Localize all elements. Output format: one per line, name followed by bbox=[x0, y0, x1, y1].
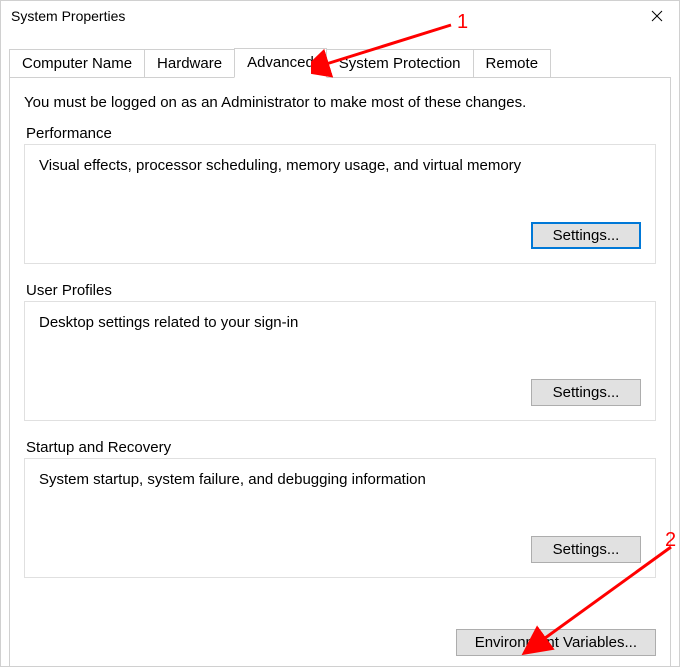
startup-recovery-settings-button[interactable]: Settings... bbox=[531, 536, 641, 563]
tab-label: Advanced bbox=[247, 54, 314, 71]
environment-variables-button[interactable]: Environment Variables... bbox=[456, 629, 656, 656]
env-row: Environment Variables... bbox=[456, 629, 656, 656]
user-profiles-settings-button[interactable]: Settings... bbox=[531, 379, 641, 406]
system-properties-window: System Properties Computer Name Hardware… bbox=[0, 0, 680, 667]
button-label: Settings... bbox=[553, 227, 620, 244]
performance-box: Visual effects, processor scheduling, me… bbox=[24, 144, 656, 264]
close-button[interactable] bbox=[634, 1, 679, 31]
user-profiles-group: User Profiles Desktop settings related t… bbox=[24, 282, 656, 421]
tab-label: System Protection bbox=[339, 55, 461, 72]
user-profiles-title: User Profiles bbox=[24, 282, 656, 299]
titlebar: System Properties bbox=[1, 1, 679, 31]
button-label: Settings... bbox=[553, 384, 620, 401]
button-label: Settings... bbox=[553, 541, 620, 558]
advanced-tab-body: You must be logged on as an Administrato… bbox=[9, 77, 671, 667]
tab-label: Hardware bbox=[157, 55, 222, 72]
tab-label: Remote bbox=[486, 55, 539, 72]
performance-title: Performance bbox=[24, 125, 656, 142]
user-profiles-desc: Desktop settings related to your sign-in bbox=[39, 314, 641, 331]
button-label: Environment Variables... bbox=[475, 634, 637, 651]
tab-remote[interactable]: Remote bbox=[473, 49, 552, 77]
startup-recovery-desc: System startup, system failure, and debu… bbox=[39, 471, 641, 488]
performance-settings-button[interactable]: Settings... bbox=[531, 222, 641, 249]
tab-advanced[interactable]: Advanced bbox=[234, 48, 327, 78]
tab-computer-name[interactable]: Computer Name bbox=[9, 49, 145, 77]
performance-group: Performance Visual effects, processor sc… bbox=[24, 125, 656, 264]
admin-warning-text: You must be logged on as an Administrato… bbox=[24, 94, 656, 111]
tab-label: Computer Name bbox=[22, 55, 132, 72]
startup-recovery-title: Startup and Recovery bbox=[24, 439, 656, 456]
tab-system-protection[interactable]: System Protection bbox=[326, 49, 474, 77]
close-icon bbox=[651, 10, 663, 22]
tab-hardware[interactable]: Hardware bbox=[144, 49, 235, 77]
window-title: System Properties bbox=[11, 8, 125, 24]
performance-desc: Visual effects, processor scheduling, me… bbox=[39, 157, 641, 174]
user-profiles-box: Desktop settings related to your sign-in… bbox=[24, 301, 656, 421]
startup-recovery-group: Startup and Recovery System startup, sys… bbox=[24, 439, 656, 578]
tabs: Computer Name Hardware Advanced System P… bbox=[1, 47, 679, 77]
startup-recovery-box: System startup, system failure, and debu… bbox=[24, 458, 656, 578]
